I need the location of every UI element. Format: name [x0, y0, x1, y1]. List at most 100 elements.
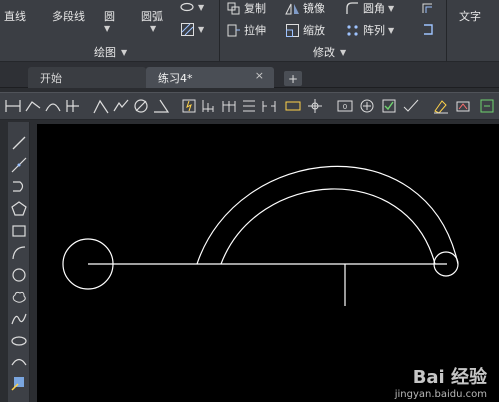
new-tab-button[interactable]: +	[284, 71, 302, 86]
modify-panel-expand-icon: ▼	[340, 47, 347, 57]
arc-length-icon[interactable]	[44, 97, 62, 115]
jogged-dimension-icon[interactable]	[112, 97, 130, 115]
arc-dropdown[interactable]: ▼	[150, 24, 156, 33]
dimension-update-icon[interactable]	[454, 97, 472, 115]
stretch-icon	[227, 24, 240, 36]
oblique-icon[interactable]	[402, 97, 420, 115]
ribbon: 直线 多段线 圆 ▼ 圆弧 ▼ ▼ ▼ 绘图 ▼ 复制 镜像 圆角 ▼ 拉伸 缩…	[0, 0, 499, 62]
polyline-icon[interactable]	[10, 178, 28, 196]
array-tool-button[interactable]: 阵列 ▼	[345, 22, 394, 38]
watermark: Bai 经验 jingyan.baidu.com	[395, 363, 487, 400]
tab-start-label: 开始	[40, 71, 62, 85]
draw-toolbar	[8, 122, 30, 402]
circle-tool-button[interactable]: 圆	[104, 8, 115, 24]
mirror-tool-label: 镜像	[303, 2, 325, 15]
arc-icon[interactable]	[10, 244, 28, 262]
continue-dimension-icon[interactable]	[220, 97, 238, 115]
watermark-brand: Bai 经验	[412, 367, 487, 388]
diameter-dimension-icon[interactable]	[132, 97, 150, 115]
close-icon[interactable]: ×	[255, 69, 264, 82]
dimension-text-edit-icon[interactable]	[432, 97, 450, 115]
explode-icon	[424, 24, 433, 35]
dimension-space-icon[interactable]	[240, 97, 258, 115]
modify-panel-title-label: 修改	[313, 46, 335, 59]
baseline-dimension-icon[interactable]	[200, 97, 218, 115]
center-mark-icon[interactable]	[306, 97, 324, 115]
stretch-tool-button[interactable]: 拉伸	[226, 22, 266, 38]
ellipse-arc-icon[interactable]	[10, 354, 28, 372]
tolerance-icon[interactable]	[284, 97, 302, 115]
array-icon	[347, 24, 358, 36]
modify-panel-title[interactable]: 修改 ▼	[313, 44, 346, 60]
ellipse-icon[interactable]	[10, 332, 28, 350]
drawing-geometry	[62, 165, 459, 306]
drawing-canvas[interactable]	[37, 124, 499, 402]
angular-dimension-icon[interactable]	[152, 97, 170, 115]
revision-cloud-icon[interactable]	[10, 288, 28, 306]
insert-block-icon[interactable]	[10, 374, 28, 392]
circle-tool-label: 圆	[104, 10, 115, 23]
panel-divider	[219, 0, 220, 62]
mirror-tool-button[interactable]: 镜像	[285, 0, 325, 16]
linear-dimension-icon[interactable]	[4, 97, 22, 115]
copy-tool-label: 复制	[244, 2, 266, 15]
ellipse-dropdown-icon: ▼	[198, 3, 205, 12]
inspect-icon[interactable]: 0	[336, 97, 354, 115]
rectangle-icon[interactable]	[10, 222, 28, 240]
circle-icon[interactable]	[10, 266, 28, 284]
draw-panel-title[interactable]: 绘图 ▼	[94, 44, 127, 60]
draw-panel-expand-icon: ▼	[121, 47, 128, 57]
polygon-icon[interactable]	[10, 200, 28, 218]
polyline-tool-label: 多段线	[52, 10, 85, 23]
mirror-icon	[285, 3, 299, 14]
tab-drawing[interactable]: 练习4* ×	[146, 67, 274, 88]
scale-icon	[286, 23, 299, 37]
ellipse-tool-button[interactable]: ▼	[180, 0, 204, 15]
circle-dropdown[interactable]: ▼	[104, 24, 110, 33]
document-tab-bar: 开始 练习4* × +	[0, 62, 499, 88]
dimension-style-icon[interactable]	[478, 97, 496, 115]
quick-dimension-icon[interactable]	[180, 97, 198, 115]
polyline-tool-button[interactable]: 多段线	[52, 8, 85, 24]
spline-icon[interactable]	[10, 310, 28, 328]
jog-line-icon[interactable]	[358, 97, 376, 115]
radius-dimension-icon[interactable]	[92, 97, 110, 115]
dimension-edit-icon[interactable]	[380, 97, 398, 115]
watermark-url: jingyan.baidu.com	[394, 389, 487, 400]
dimension-break-icon[interactable]	[260, 97, 278, 115]
explode-tool-button[interactable]	[420, 22, 435, 37]
scale-tool-button[interactable]: 缩放	[285, 22, 325, 38]
line-tool-button[interactable]: 直线	[4, 8, 26, 24]
construction-line-icon[interactable]	[10, 156, 28, 174]
stretch-tool-label: 拉伸	[244, 24, 266, 37]
text-tool-label: 文字	[459, 10, 481, 23]
draw-panel-title-label: 绘图	[94, 46, 116, 59]
tab-start[interactable]: 开始	[28, 67, 146, 88]
fillet-icon	[346, 1, 358, 14]
line-tool-label: 直线	[4, 10, 26, 23]
aligned-dimension-icon[interactable]	[24, 97, 42, 115]
fillet-dropdown-icon: ▼	[388, 3, 395, 13]
ordinate-dimension-icon[interactable]	[64, 97, 82, 115]
text-tool-button[interactable]: 文字	[459, 8, 481, 24]
fillet-tool-label: 圆角	[363, 2, 385, 15]
svg-text:0: 0	[343, 103, 347, 111]
offset-icon	[422, 3, 432, 13]
offset-tool-button[interactable]	[420, 0, 435, 15]
copy-icon	[227, 2, 240, 14]
arc-dropdown-icon: ▼	[150, 24, 157, 33]
array-tool-label: 阵列	[363, 24, 385, 37]
arc-tool-button[interactable]: 圆弧	[141, 8, 163, 24]
hatch-icon	[181, 23, 194, 36]
circle-dropdown-icon: ▼	[104, 24, 111, 33]
fillet-tool-button[interactable]: 圆角 ▼	[345, 0, 394, 16]
ellipse-icon	[180, 2, 194, 12]
tab-drawing-label: 练习4*	[158, 71, 193, 85]
inner-arc	[220, 188, 436, 265]
dimension-toolbar: 0	[0, 92, 499, 120]
outer-arc	[196, 165, 459, 265]
hatch-tool-button[interactable]: ▼	[180, 22, 204, 37]
line-icon[interactable]	[10, 134, 28, 152]
array-dropdown-icon: ▼	[388, 25, 395, 35]
copy-tool-button[interactable]: 复制	[226, 0, 266, 16]
